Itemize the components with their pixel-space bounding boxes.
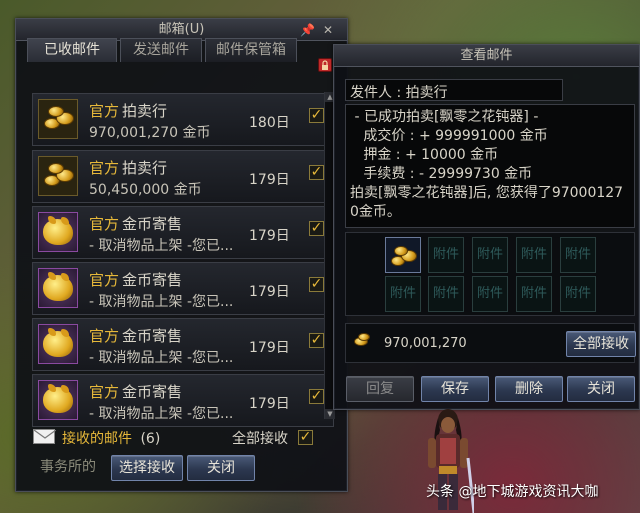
- gold-coin-icon: [354, 333, 372, 347]
- mail-item[interactable]: 官方 拍卖行 50,450,000 金币 179日 ✓: [32, 150, 334, 203]
- mail-days-remaining: 179日: [249, 228, 290, 244]
- mail-checkbox[interactable]: ✓: [309, 108, 324, 123]
- sender-name: 金币寄售: [122, 271, 183, 289]
- attachment-slot-5[interactable]: 附件: [560, 237, 596, 273]
- attachment-slot-10[interactable]: 附件: [560, 276, 596, 312]
- receive-all-label: 全部接收: [232, 431, 288, 447]
- attachment-slot-1[interactable]: [385, 237, 421, 273]
- pin-icon[interactable]: 📌: [300, 19, 315, 41]
- attachment-slot-3[interactable]: 附件: [472, 237, 508, 273]
- mail-item[interactable]: 官方 金币寄售 - 取消物品上架 -您已... 179日 ✓: [32, 374, 334, 427]
- tab-storage[interactable]: 邮件保管箱: [205, 38, 297, 62]
- mail-body-text: - 已成功拍卖[飘零之花钝器] - 成交价 : + 999991000 金币 押…: [350, 109, 624, 220]
- reply-button[interactable]: 回复: [346, 376, 414, 402]
- mail-checkbox[interactable]: ✓: [309, 277, 324, 292]
- mail-days-remaining: 179日: [249, 284, 290, 300]
- view-receive-all-button[interactable]: 全部接收: [566, 331, 636, 357]
- received-mail-label: 接收的邮件 (6): [62, 431, 161, 447]
- mail-sender: 官方 金币寄售: [89, 325, 182, 346]
- lock-icon: [318, 58, 332, 72]
- mail-item[interactable]: 官方 拍卖行 970,001,270 金币 180日 ✓: [32, 93, 334, 146]
- select-receive-button[interactable]: 选择接收: [111, 455, 183, 481]
- gold-coins-icon: [38, 156, 78, 196]
- sender-text: 发件人 : 拍卖行: [350, 85, 448, 101]
- view-mail-titlebar[interactable]: 查看邮件: [334, 45, 639, 67]
- scroll-down-arrow-icon[interactable]: ▼: [325, 409, 335, 419]
- sender-name: 金币寄售: [122, 383, 183, 401]
- mail-sender: 官方 拍卖行: [89, 100, 167, 121]
- view-close-button[interactable]: 关闭: [567, 376, 635, 402]
- official-tag: 官方: [89, 159, 120, 177]
- gold-pig-icon: [38, 212, 78, 252]
- gold-amount: 970,001,270: [384, 336, 467, 351]
- official-tag: 官方: [89, 327, 120, 345]
- mail-checkbox[interactable]: ✓: [309, 333, 324, 348]
- mail-checkbox[interactable]: ✓: [309, 221, 324, 236]
- sender-field: 发件人 : 拍卖行: [345, 79, 563, 101]
- mail-checkbox[interactable]: ✓: [309, 389, 324, 404]
- mail-item[interactable]: 官方 金币寄售 - 取消物品上架 -您已... 179日 ✓: [32, 262, 334, 315]
- mail-sender: 官方 金币寄售: [89, 381, 182, 402]
- mail-body[interactable]: - 已成功拍卖[飘零之花钝器] - 成交价 : + 999991000 金币 押…: [345, 104, 635, 228]
- sender-name: 拍卖行: [122, 102, 168, 120]
- attachment-slot-7[interactable]: 附件: [428, 276, 464, 312]
- attachment-slot-4[interactable]: 附件: [516, 237, 552, 273]
- mailbox-title: 邮箱(U): [158, 22, 205, 37]
- official-tag: 官方: [89, 215, 120, 233]
- mail-subject: - 取消物品上架 -您已...: [89, 406, 234, 422]
- attachment-slot-2[interactable]: 附件: [428, 237, 464, 273]
- mail-item[interactable]: 官方 金币寄售 - 取消物品上架 -您已... 179日 ✓: [32, 318, 334, 371]
- mail-subject: - 取消物品上架 -您已...: [89, 294, 234, 310]
- gold-pig-icon: [38, 268, 78, 308]
- attachment-slot-9[interactable]: 附件: [516, 276, 552, 312]
- attachment-slot-6[interactable]: 附件: [385, 276, 421, 312]
- mail-sender: 官方 金币寄售: [89, 269, 182, 290]
- mail-days-remaining: 180日: [249, 115, 290, 131]
- tab-sent[interactable]: 发送邮件: [120, 38, 202, 62]
- gold-coins-icon: [38, 99, 78, 139]
- official-tag: 官方: [89, 383, 120, 401]
- gold-coins-icon: [388, 244, 420, 270]
- mail-item[interactable]: 官方 金币寄售 - 取消物品上架 -您已... 179日 ✓: [32, 206, 334, 259]
- mail-days-remaining: 179日: [249, 396, 290, 412]
- view-mail-title: 查看邮件: [460, 48, 513, 63]
- receive-all-checkbox[interactable]: ✓: [298, 430, 313, 445]
- mail-days-remaining: 179日: [249, 340, 290, 356]
- watermark-text: 头条 @地下城游戏资讯大咖: [426, 484, 599, 500]
- mail-sender: 官方 金币寄售: [89, 213, 182, 234]
- save-button[interactable]: 保存: [421, 376, 489, 402]
- sender-name: 金币寄售: [122, 215, 183, 233]
- background-npc-text: 事务所的: [40, 459, 96, 475]
- sender-name: 拍卖行: [122, 159, 168, 177]
- gold-pig-icon: [38, 380, 78, 420]
- attachment-slot-8[interactable]: 附件: [472, 276, 508, 312]
- envelope-icon: [33, 429, 57, 444]
- delete-button[interactable]: 删除: [495, 376, 563, 402]
- mail-checkbox[interactable]: ✓: [309, 165, 324, 180]
- mail-subject: - 取消物品上架 -您已...: [89, 238, 234, 254]
- tab-received[interactable]: 已收邮件: [27, 38, 117, 62]
- sender-name: 金币寄售: [122, 327, 183, 345]
- mail-subject: 970,001,270 金币: [89, 125, 211, 141]
- mail-days-remaining: 179日: [249, 172, 290, 188]
- mail-sender: 官方 拍卖行: [89, 157, 167, 178]
- official-tag: 官方: [89, 271, 120, 289]
- gold-pig-icon: [38, 324, 78, 364]
- mail-subject: - 取消物品上架 -您已...: [89, 350, 234, 366]
- official-tag: 官方: [89, 102, 120, 120]
- mailbox-close-button[interactable]: 关闭: [187, 455, 255, 481]
- mail-subject: 50,450,000 金币: [89, 182, 202, 198]
- close-icon[interactable]: ✕: [323, 19, 333, 41]
